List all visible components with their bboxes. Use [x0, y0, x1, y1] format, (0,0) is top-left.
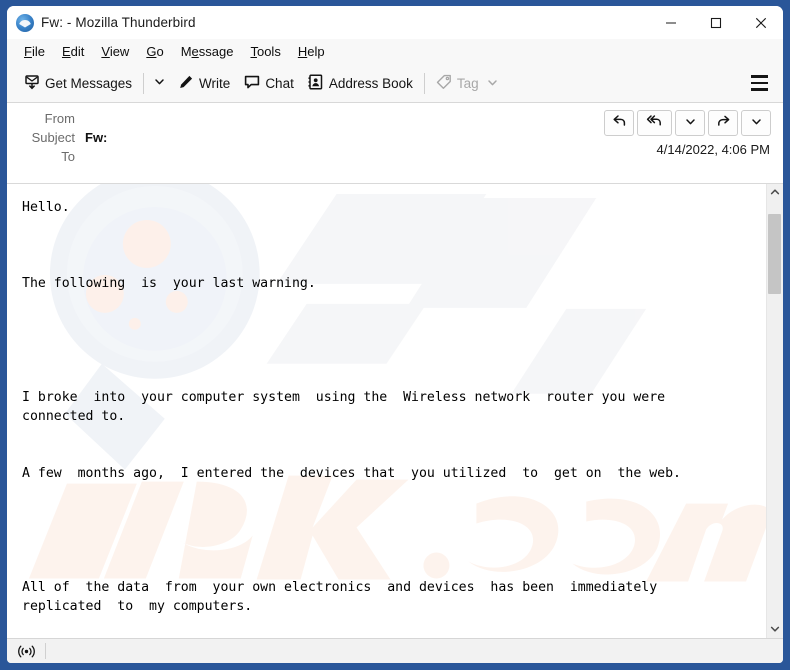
- menu-item-tools-label-rest: ools: [256, 44, 281, 59]
- reply-button[interactable]: [604, 110, 634, 136]
- message-scrollbar[interactable]: [766, 184, 783, 638]
- chat-button[interactable]: Chat: [237, 70, 301, 97]
- chevron-down-icon: [751, 114, 762, 132]
- to-label: To: [61, 149, 75, 164]
- pencil-icon: [178, 74, 194, 93]
- reply-dropdown-button[interactable]: [675, 110, 705, 136]
- broadcast-signal-icon[interactable]: [16, 644, 36, 659]
- chevron-down-icon: [487, 76, 498, 91]
- menu-item-message-label-rest: ssage: [198, 44, 234, 59]
- chat-label: Chat: [265, 75, 294, 91]
- get-messages-label: Get Messages: [45, 75, 133, 91]
- close-button[interactable]: [738, 6, 783, 39]
- message-action-buttons: [604, 110, 771, 136]
- chevron-down-icon: [685, 114, 696, 132]
- chat-bubble-icon: [244, 74, 260, 93]
- tag-icon: [436, 74, 452, 93]
- from-label: From: [44, 111, 75, 126]
- menu-item-go[interactable]: Go: [138, 42, 172, 61]
- address-book-icon: [308, 74, 324, 93]
- title-bar[interactable]: Fw: - Mozilla Thunderbird: [7, 6, 783, 39]
- menu-item-tools[interactable]: Tools: [242, 42, 289, 61]
- scrollbar-track[interactable]: [767, 201, 783, 621]
- main-toolbar: Get Messages Write Chat Address Book Tag: [7, 64, 783, 103]
- get-messages-button[interactable]: Get Messages: [17, 70, 139, 97]
- message-date: 4/14/2022, 4:06 PM: [656, 142, 770, 157]
- menu-item-view[interactable]: View: [93, 42, 138, 61]
- address-book-button[interactable]: Address Book: [301, 70, 420, 97]
- write-button[interactable]: Write: [171, 70, 237, 97]
- menu-item-message[interactable]: Message: [173, 42, 243, 61]
- get-messages-dropdown-button[interactable]: [148, 70, 171, 96]
- write-label: Write: [199, 75, 231, 91]
- scroll-down-button[interactable]: [767, 621, 783, 638]
- scrollbar-thumb[interactable]: [768, 213, 781, 294]
- thunderbird-logo-icon: [16, 13, 34, 32]
- menu-item-file[interactable]: File: [16, 42, 54, 61]
- menu-item-edit-label-rest: dit: [70, 44, 85, 59]
- chevron-down-icon: [154, 74, 165, 92]
- tag-label: Tag: [456, 75, 479, 91]
- window-title: Fw: - Mozilla Thunderbird: [41, 15, 196, 30]
- subject-label: Subject: [31, 130, 75, 145]
- message-body-text: Hello. The following is your last warnin…: [22, 200, 681, 614]
- reply-all-button[interactable]: [637, 110, 672, 136]
- menu-item-help[interactable]: Help: [290, 42, 334, 61]
- address-book-label: Address Book: [328, 75, 413, 91]
- chevron-up-icon: [770, 184, 780, 202]
- status-separator: [45, 643, 46, 659]
- download-mail-icon: [24, 74, 40, 93]
- reply-arrow-icon: [612, 113, 627, 133]
- menu-item-file-label-rest: ile: [31, 44, 45, 59]
- forward-dropdown-button[interactable]: [741, 110, 771, 136]
- menu-bar: File Edit View Go Message Tools Help: [7, 39, 783, 64]
- thunderbird-window: Fw: - Mozilla Thunderbird File Edit View…: [0, 0, 790, 670]
- forward-button[interactable]: [708, 110, 738, 136]
- menu-item-edit[interactable]: Edit: [54, 42, 93, 61]
- message-body-area: Hello. The following is your last warnin…: [7, 184, 783, 638]
- subject-value: Fw:: [85, 130, 108, 145]
- chevron-down-icon: [770, 621, 780, 639]
- menu-item-go-label-rest: o: [156, 44, 164, 59]
- reply-all-arrow-icon: [646, 113, 663, 133]
- scroll-up-button[interactable]: [767, 184, 783, 201]
- menu-item-view-label-rest: iew: [109, 44, 130, 59]
- menu-item-help-label-rest: elp: [307, 44, 325, 59]
- toolbar-separator-2: [423, 72, 425, 94]
- forward-arrow-icon: [716, 113, 731, 133]
- window-controls: [648, 6, 783, 39]
- tag-button[interactable]: Tag: [429, 70, 505, 97]
- minimize-button[interactable]: [648, 6, 693, 39]
- toolbar-separator-1: [143, 72, 145, 94]
- app-menu-button[interactable]: [744, 70, 774, 96]
- status-bar: [7, 638, 783, 663]
- maximize-button[interactable]: [693, 6, 738, 39]
- message-body-pane[interactable]: Hello. The following is your last warnin…: [7, 184, 766, 638]
- message-header: From Subject Fw: To 4/14/2022, 4:06 PM: [7, 103, 783, 184]
- window-inner: Fw: - Mozilla Thunderbird File Edit View…: [7, 6, 783, 663]
